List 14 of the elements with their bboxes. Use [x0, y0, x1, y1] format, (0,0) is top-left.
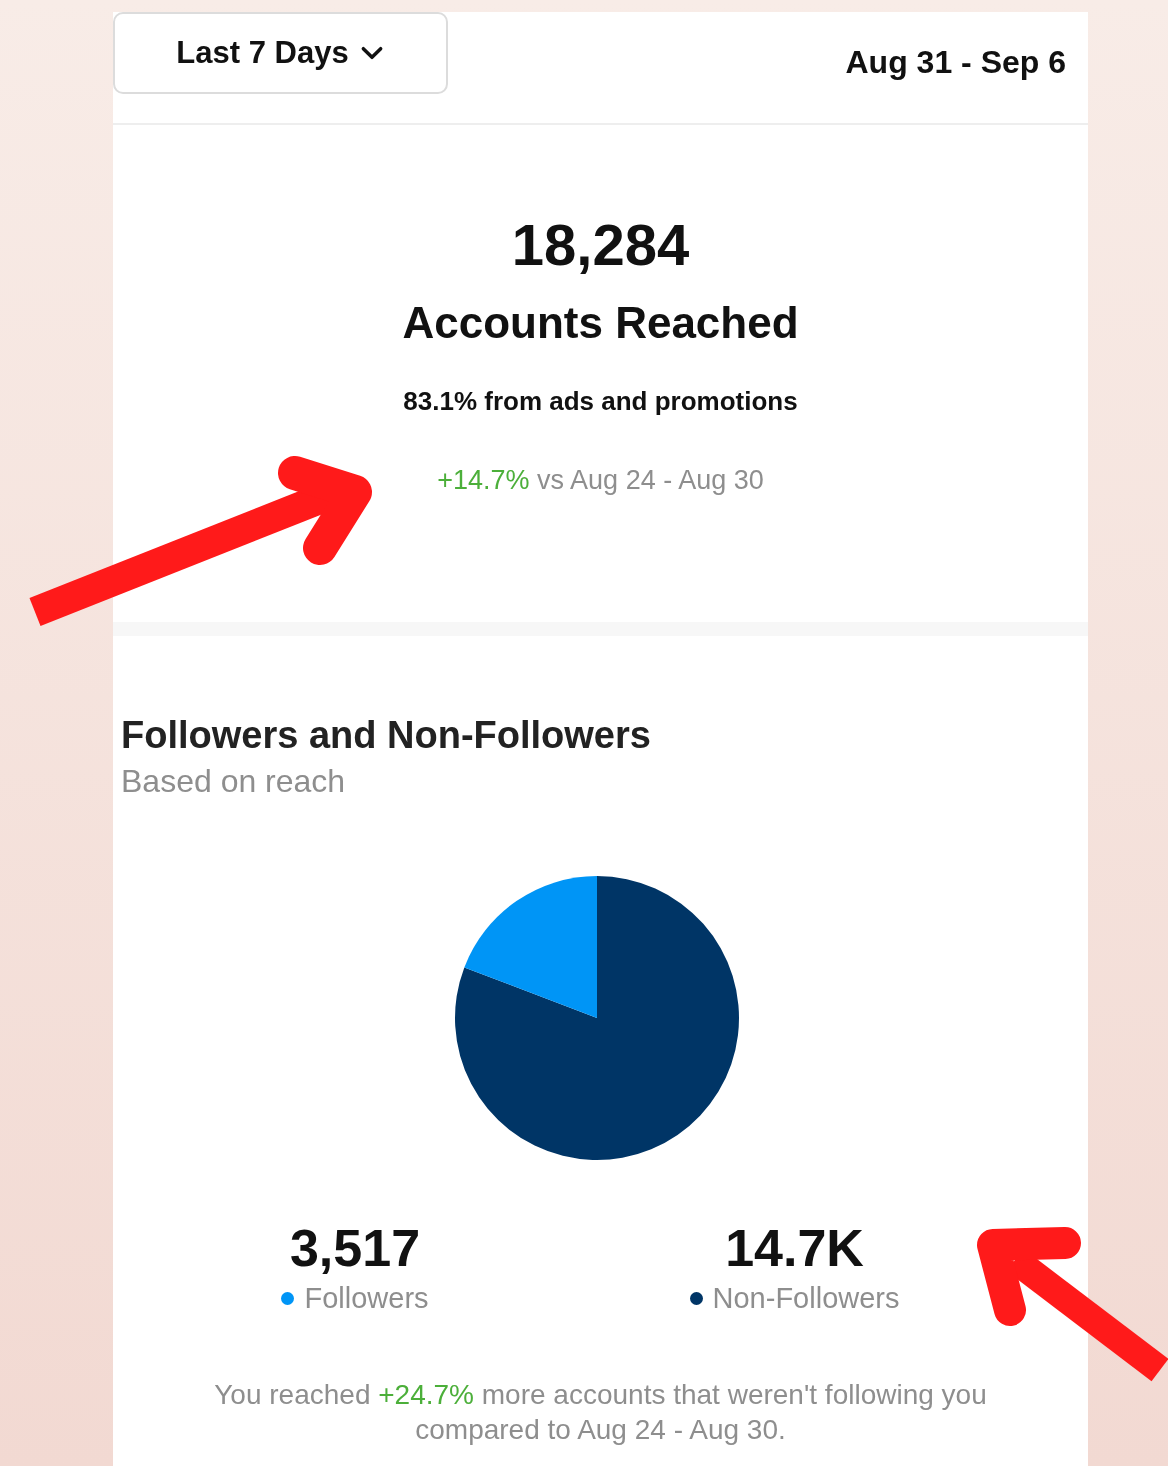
legend-label: Non-Followers	[712, 1282, 900, 1315]
summary-text: You reached +24.7% more accounts that weren't following you compared to Aug 24 - Aug 30.	[213, 1378, 988, 1447]
section-title: Followers and Non-Followers	[121, 714, 652, 757]
ads-share-text: 83.1% from ads and promotions	[403, 386, 798, 417]
accounts-reached-count: 18,284	[511, 211, 690, 278]
section-subtitle: Based on reach	[121, 763, 347, 800]
date-range: Aug 31 - Sep 6	[845, 44, 1066, 81]
change-percent: +14.7%	[437, 465, 530, 495]
stat-value: 14.7K	[725, 1218, 864, 1278]
date-range-dropdown[interactable]: Last 7 Days	[113, 11, 448, 94]
legend-label: Followers	[304, 1282, 429, 1315]
accounts-reached-label: Accounts Reached	[402, 298, 799, 348]
comparison-period: vs Aug 24 - Aug 30	[537, 465, 764, 495]
stat-value: 3,517	[289, 1218, 421, 1278]
